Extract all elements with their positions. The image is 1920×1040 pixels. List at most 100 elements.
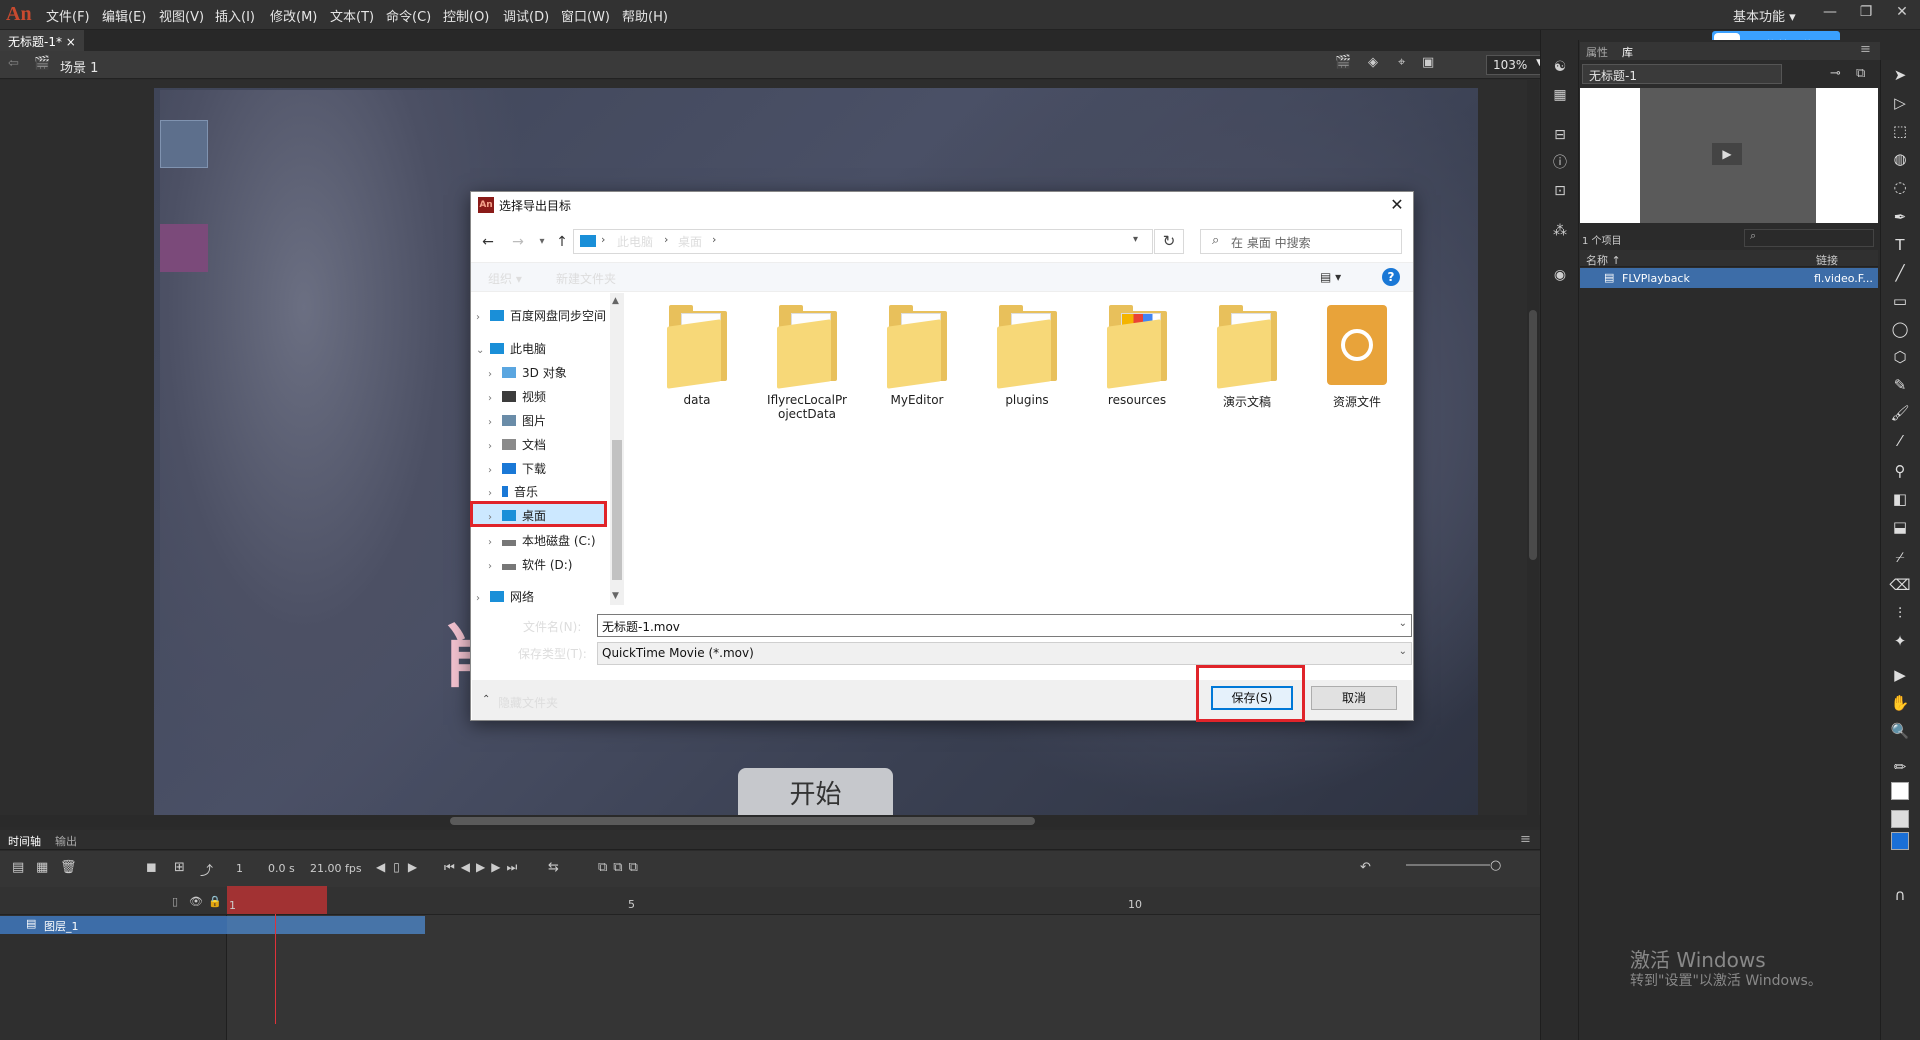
onion-skin-icon[interactable]: ⧉⧉⧉ bbox=[598, 860, 644, 875]
cc-libraries-icon[interactable]: ☯ bbox=[1548, 56, 1572, 78]
organize-button[interactable]: 组织 ▾ bbox=[488, 270, 522, 287]
polystar-tool-icon[interactable]: ⬡ bbox=[1888, 346, 1912, 368]
new-library-icon[interactable]: ⧉ bbox=[1856, 66, 1865, 81]
scroll-down-icon[interactable]: ▼ bbox=[612, 591, 619, 601]
tree-item[interactable]: › 文档 bbox=[488, 436, 546, 453]
breadcrumb-desktop[interactable]: 桌面 bbox=[678, 233, 702, 250]
fill-color-icon[interactable] bbox=[1891, 810, 1909, 828]
playhead-range[interactable] bbox=[227, 886, 327, 914]
filetype-select[interactable]: QuickTime Movie (*.mov) ⌄ bbox=[597, 642, 1412, 665]
pencil-tool-icon[interactable]: ✎ bbox=[1888, 374, 1912, 396]
tab-library[interactable]: 库 bbox=[1622, 44, 1633, 60]
pin-icon[interactable]: ⊸ bbox=[1830, 66, 1841, 81]
tree-item[interactable]: › 图片 bbox=[488, 412, 546, 429]
column-name[interactable]: 名称 ↑ bbox=[1586, 252, 1621, 268]
folder-item[interactable]: MyEditor bbox=[872, 305, 962, 407]
edit-symbol-icon[interactable]: ◈ bbox=[1368, 55, 1378, 70]
menu-help[interactable]: 帮助(H) bbox=[622, 6, 668, 25]
layer-frames[interactable] bbox=[227, 916, 425, 934]
tab-timeline[interactable]: 时间轴 bbox=[8, 833, 41, 849]
clip-content-icon[interactable]: ▣ bbox=[1422, 55, 1434, 70]
snap-magnet-icon[interactable]: ∩ bbox=[1888, 884, 1912, 906]
cancel-button[interactable]: 取消 bbox=[1311, 686, 1397, 710]
stroke-color-icon[interactable]: ✏ bbox=[1888, 756, 1912, 778]
tree-item[interactable]: › 本地磁盘 (C:) bbox=[488, 532, 596, 549]
info-icon[interactable]: ⓘ bbox=[1548, 152, 1572, 174]
folder-item[interactable]: data bbox=[652, 305, 742, 407]
breadcrumb-this-pc[interactable]: 此电脑 bbox=[617, 233, 653, 250]
tree-item-desktop[interactable]: › 桌面 bbox=[488, 507, 546, 524]
menu-debug[interactable]: 调试(D) bbox=[503, 6, 549, 25]
line-tool-icon[interactable]: ╱ bbox=[1888, 262, 1912, 284]
motion-presets-icon[interactable]: ◉ bbox=[1548, 264, 1572, 286]
tree-item[interactable]: › 下载 bbox=[488, 460, 546, 477]
fill-color-swatch[interactable] bbox=[1891, 832, 1909, 850]
start-button[interactable]: 开始 bbox=[738, 768, 893, 820]
oval-tool-icon[interactable]: ◯ bbox=[1888, 318, 1912, 340]
loop-icon[interactable]: ⇆ bbox=[548, 860, 559, 875]
folder-item[interactable]: IflyrecLocalProjectData bbox=[762, 305, 852, 421]
folder-item[interactable]: plugins bbox=[982, 305, 1072, 407]
graph-icon[interactable]: ⤴ bbox=[200, 860, 213, 879]
width-tool-icon[interactable]: ⫶ bbox=[1888, 602, 1912, 624]
frame-step-controls[interactable]: ◀▯▶ bbox=[376, 860, 425, 874]
playhead-line[interactable] bbox=[275, 914, 276, 1024]
folder-item[interactable]: resources bbox=[1092, 305, 1182, 407]
address-bar[interactable] bbox=[573, 229, 1153, 254]
back-button[interactable]: ← bbox=[478, 232, 498, 252]
restore-button[interactable]: ❐ bbox=[1848, 1, 1884, 25]
tab-properties[interactable]: 属性 bbox=[1586, 44, 1608, 60]
brush-tool-icon[interactable]: ⁄ bbox=[1888, 430, 1912, 452]
tree-item[interactable]: › 网络 bbox=[476, 588, 534, 605]
free-transform-tool-icon[interactable]: ⬚ bbox=[1888, 120, 1912, 142]
menu-window[interactable]: 窗口(W) bbox=[561, 6, 610, 25]
library-document-select[interactable]: 无标题-1 bbox=[1582, 64, 1782, 84]
document-tab[interactable]: 无标题-1* × bbox=[0, 30, 84, 51]
close-icon[interactable]: × bbox=[66, 35, 76, 49]
eyedropper-tool-icon[interactable]: ⌿ bbox=[1888, 546, 1912, 568]
play-icon[interactable]: ▶ bbox=[1712, 143, 1742, 165]
undo-icon[interactable]: ↶ bbox=[1360, 860, 1371, 875]
folder-item[interactable]: 资源文件 bbox=[1312, 305, 1402, 410]
paint-bucket-tool-icon[interactable]: ◧ bbox=[1888, 488, 1912, 510]
components-icon[interactable]: ⁂ bbox=[1548, 220, 1572, 242]
menu-view[interactable]: 视图(V) bbox=[159, 6, 204, 25]
hide-folders-toggle[interactable]: 隐藏文件夹 bbox=[498, 694, 558, 711]
snap-icon[interactable]: ⌖ bbox=[1398, 55, 1405, 70]
zoom-slider[interactable] bbox=[1406, 864, 1490, 866]
align-icon[interactable]: ⊟ bbox=[1548, 124, 1572, 146]
camera-toggle-icon[interactable]: ▯ bbox=[172, 895, 178, 908]
parenting-icon[interactable]: ⊞ bbox=[174, 860, 185, 875]
menu-edit[interactable]: 编辑(E) bbox=[102, 6, 146, 25]
new-folder-button[interactable]: 新建文件夹 bbox=[556, 270, 616, 287]
chevron-down-icon[interactable]: ▾ bbox=[1133, 234, 1138, 245]
layer-name[interactable]: 图层_1 bbox=[44, 918, 79, 934]
up-button[interactable]: ↑ bbox=[552, 232, 572, 252]
tab-output[interactable]: 输出 bbox=[55, 833, 77, 849]
scrollbar-thumb[interactable] bbox=[450, 817, 1035, 825]
menu-text[interactable]: 文本(T) bbox=[330, 6, 374, 25]
zoom-slider-handle[interactable]: ○ bbox=[1490, 858, 1501, 873]
scrollbar-thumb[interactable] bbox=[1529, 310, 1537, 560]
menu-control[interactable]: 控制(O) bbox=[443, 6, 489, 25]
scrollbar-thumb[interactable] bbox=[612, 440, 622, 580]
delete-icon[interactable]: 🗑 bbox=[60, 860, 77, 875]
menu-insert[interactable]: 插入(I) bbox=[215, 6, 255, 25]
text-tool-icon[interactable]: T bbox=[1888, 234, 1912, 256]
current-frame[interactable]: 1 bbox=[236, 862, 243, 875]
subselection-tool-icon[interactable]: ▷ bbox=[1888, 92, 1912, 114]
3d-rotation-tool-icon[interactable]: ◍ bbox=[1888, 148, 1912, 170]
chevron-down-icon[interactable]: ⌄ bbox=[1399, 618, 1407, 629]
stroke-color-swatch[interactable] bbox=[1891, 782, 1909, 800]
panel-menu-icon[interactable]: ≡ bbox=[1860, 42, 1871, 57]
dialog-close-button[interactable]: ✕ bbox=[1384, 193, 1410, 217]
swatches-icon[interactable]: ▦ bbox=[1548, 84, 1572, 106]
tree-item[interactable]: › 3D 对象 bbox=[488, 364, 567, 381]
current-time[interactable]: 0.0 s bbox=[268, 862, 295, 875]
bone-tool-icon[interactable]: ⚲ bbox=[1888, 460, 1912, 482]
lock-icon[interactable]: 🔒 bbox=[208, 895, 222, 908]
panel-menu-icon[interactable]: ≡ bbox=[1520, 832, 1531, 847]
eraser-tool-icon[interactable]: ⌫ bbox=[1888, 574, 1912, 596]
menu-modify[interactable]: 修改(M) bbox=[270, 6, 317, 25]
menu-commands[interactable]: 命令(C) bbox=[386, 6, 431, 25]
